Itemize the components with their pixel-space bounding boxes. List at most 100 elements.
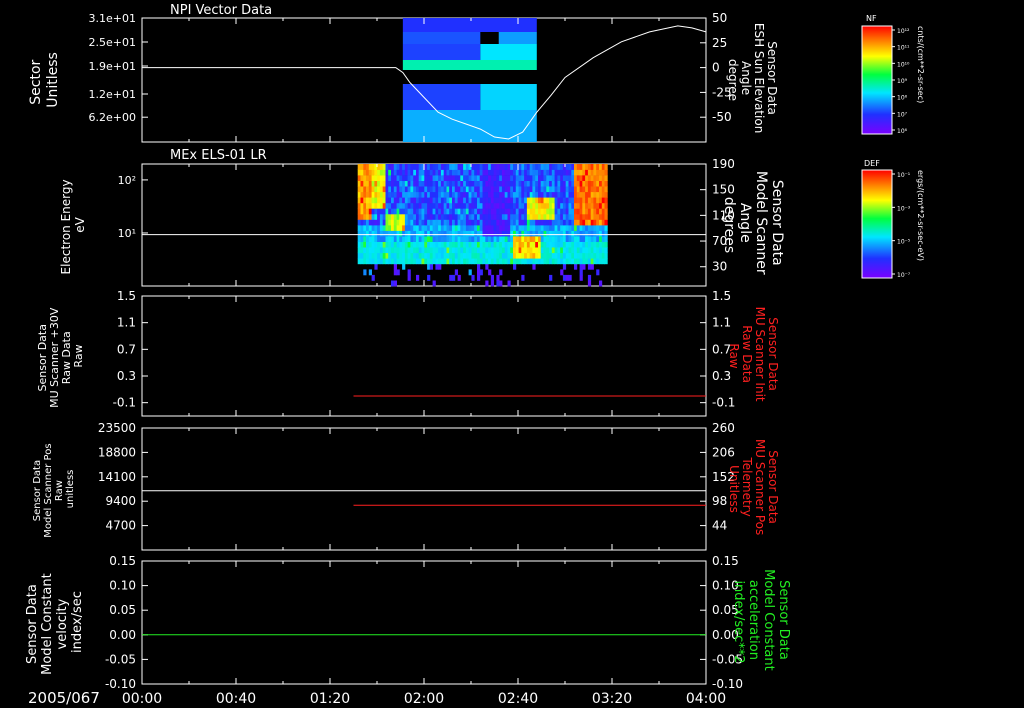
heatmap-cell	[496, 241, 500, 248]
heatmap-cell	[535, 169, 539, 176]
heatmap-cell	[585, 191, 589, 198]
heatmap-cell	[393, 186, 397, 193]
heatmap-cell	[438, 213, 442, 220]
heatmap-cell	[479, 247, 483, 254]
heatmap-cell	[410, 236, 414, 242]
heatmap-cell	[535, 213, 539, 220]
heatmap-cell	[460, 247, 464, 254]
heatmap-cell	[366, 186, 370, 193]
heatmap-cell	[482, 236, 486, 242]
heatmap-cell	[407, 202, 411, 209]
heatmap-cell	[460, 258, 464, 265]
heatmap-cell	[557, 202, 561, 209]
heatmap-cell	[479, 197, 483, 204]
spectrogram-stack: NPI Vector Data 3.1e+01 2.5e+01 1.9e+01 1.2…	[25, 3, 925, 707]
heatmap-cell	[368, 241, 372, 248]
heatmap-cell	[393, 164, 397, 170]
heatmap-cell	[402, 60, 537, 70]
heatmap-cell	[576, 180, 580, 187]
heatmap-cell	[585, 169, 589, 176]
heatmap-cell	[493, 202, 497, 209]
heatmap-cell	[413, 213, 417, 220]
heatmap-cell	[377, 225, 381, 231]
heatmap-cell	[540, 186, 544, 193]
heatmap-cell	[438, 247, 442, 254]
heatmap-cell	[490, 230, 494, 237]
heatmap-cell	[504, 208, 508, 215]
heatmap-cell	[526, 252, 531, 259]
heatmap-cell	[468, 180, 472, 187]
heatmap-cell	[391, 219, 395, 226]
heatmap-cell	[485, 213, 489, 220]
heatmap-cell	[402, 44, 481, 60]
heatmap-cell	[360, 191, 364, 198]
heatmap-cell	[468, 191, 472, 198]
heatmap-cell	[388, 202, 392, 209]
heatmap-cell	[468, 230, 472, 237]
heatmap-cell	[490, 208, 494, 215]
heatmap-cell	[410, 208, 414, 215]
heatmap-cell	[371, 169, 375, 176]
heatmap-cell	[474, 175, 478, 181]
heatmap-cell	[543, 219, 547, 226]
heatmap-cell	[421, 175, 425, 181]
heatmap-cell	[551, 213, 555, 220]
heatmap-cell	[463, 213, 467, 220]
heatmap-cell	[532, 213, 536, 220]
heatmap-cell	[510, 191, 514, 198]
heatmap-cell	[429, 191, 433, 198]
heatmap-cell	[587, 169, 592, 176]
heatmap-cell	[576, 164, 580, 170]
heatmap-cell	[532, 236, 536, 242]
heatmap-cell	[454, 219, 458, 226]
heatmap-cell	[418, 241, 422, 248]
heatmap-cell	[402, 169, 406, 176]
heatmap-cell	[599, 186, 603, 193]
y-tick-label: 0.7	[117, 342, 136, 356]
heatmap-cell	[360, 258, 364, 265]
heatmap-cell	[496, 225, 500, 231]
heatmap-cell	[515, 164, 519, 170]
heatmap-cell	[540, 180, 544, 187]
heatmap-cell	[388, 208, 392, 215]
heatmap-cell	[377, 169, 381, 176]
heatmap-cell	[524, 164, 528, 170]
heatmap-cell	[407, 252, 411, 259]
heatmap-cell	[407, 274, 411, 281]
heatmap-cell	[474, 191, 478, 198]
heatmap-cell	[438, 263, 442, 270]
heatmap-cell	[496, 219, 500, 226]
heatmap-cell	[449, 169, 453, 176]
heatmap-cell	[490, 191, 494, 198]
heatmap-cell	[515, 180, 519, 187]
heatmap-cell	[438, 252, 442, 259]
heatmap-cell	[510, 175, 514, 181]
colorbar-nf-unit: cnts/(cm**2-sr-sec)	[916, 26, 925, 103]
heatmap-cell	[521, 208, 525, 215]
heatmap-cell	[460, 213, 464, 220]
colorbar-def-unit: ergs/(cm**2-sr-sec-eV)	[916, 170, 925, 261]
heatmap-cell	[593, 180, 597, 187]
heatmap-cell	[532, 225, 536, 231]
heatmap-cell	[540, 202, 544, 209]
heatmap-cell	[418, 197, 422, 204]
heatmap-cell	[599, 213, 603, 220]
heatmap-cell	[413, 202, 417, 209]
heatmap-cell	[407, 241, 411, 248]
y-tick-label: 98	[712, 494, 727, 508]
heatmap-cell	[468, 169, 472, 176]
colorbar-tick-label: 10⁷	[897, 111, 908, 118]
heatmap-cell	[532, 164, 536, 170]
heatmap-cell	[479, 258, 483, 265]
heatmap-cell	[391, 180, 395, 187]
heatmap-cell	[574, 197, 578, 204]
heatmap-cell	[565, 274, 569, 281]
heatmap-cell	[515, 175, 519, 181]
heatmap-cell	[418, 180, 422, 187]
heatmap-cell	[479, 225, 483, 231]
heatmap-cell	[599, 191, 603, 198]
heatmap-cell	[568, 230, 572, 237]
panel-scanner-pos: 23500188001410094004700 2602061529844 Se…	[32, 421, 780, 551]
heatmap-cell	[424, 241, 428, 248]
heatmap-cell	[443, 247, 447, 254]
